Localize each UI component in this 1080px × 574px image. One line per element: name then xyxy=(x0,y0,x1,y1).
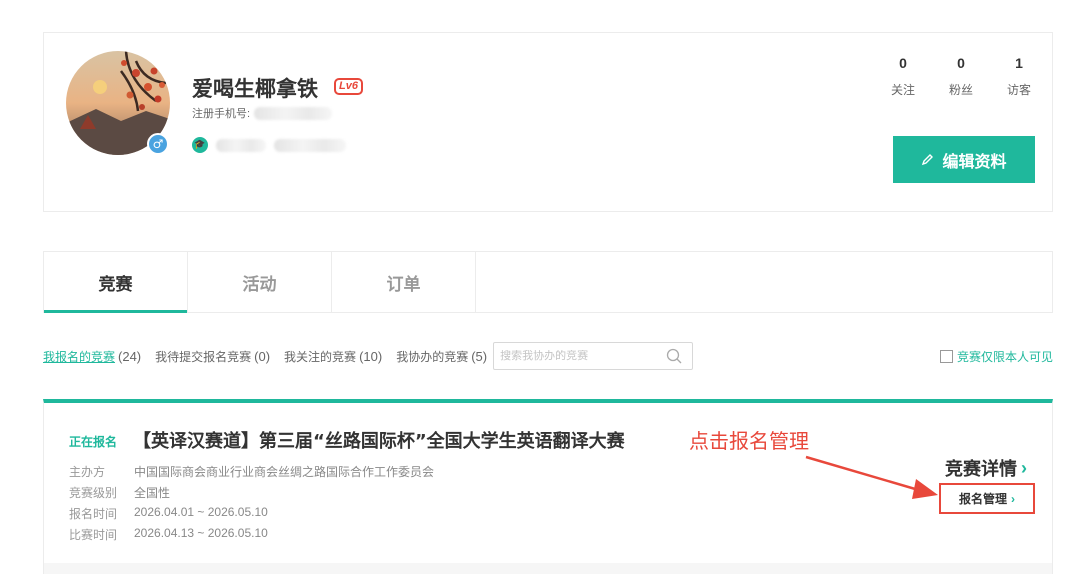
search-box xyxy=(493,342,694,370)
visibility-toggle[interactable]: 竞赛仅限本人可见 xyxy=(939,348,1053,365)
annotation-arrow-icon xyxy=(805,455,938,499)
edit-profile-label: 编辑资料 xyxy=(942,153,1007,171)
filter-co-organized[interactable]: 我协办的竞赛 (5) xyxy=(396,348,487,365)
filter-count: (24) xyxy=(118,348,142,364)
status-badge: 正在报名 xyxy=(69,435,118,449)
info-value: 中国国际商会商业行业商会丝绸之路国际合作工作委员会 xyxy=(134,465,435,479)
stat-value: 1 xyxy=(1015,55,1023,71)
tab-orders[interactable]: 订单 xyxy=(332,252,476,312)
stat-label: 关注 xyxy=(890,83,915,97)
info-label: 主办方 xyxy=(69,465,106,479)
info-organizer: 主办方 中国国际商会商业行业商会丝绸之路国际合作工作委员会 xyxy=(69,463,434,480)
pencil-icon xyxy=(922,154,934,166)
info-label: 竞赛级别 xyxy=(69,486,118,500)
tab-activity[interactable]: 活动 xyxy=(188,252,332,312)
major-redacted xyxy=(274,138,346,152)
info-value: 2026.04.13 ~ 2026.05.10 xyxy=(134,526,268,540)
chevron-right-icon: › xyxy=(1021,457,1027,478)
profile-stats: 0 关注 0 粉丝 1 访客 xyxy=(888,55,1034,98)
filter-pending-submission[interactable]: 我待提交报名竞赛 (0) xyxy=(155,348,270,365)
visibility-checkbox[interactable] xyxy=(939,350,953,363)
school-redacted xyxy=(216,138,266,152)
info-match-time: 比赛时间 2026.04.13 ~ 2026.05.10 xyxy=(69,526,268,543)
filter-row: 我报名的竞赛 (24) 我待提交报名竞赛 (0) 我关注的竞赛 (10) 我协办的竞赛… xyxy=(43,342,1053,370)
manage-link-label: 报名管理 xyxy=(958,492,1007,506)
filter-label: 我协办的竞赛 xyxy=(396,349,469,364)
filter-label: 我报名的竞赛 xyxy=(43,349,116,364)
registration-manage-link[interactable]: 报名管理 › xyxy=(959,490,1015,507)
filter-registered[interactable]: 我报名的竞赛 (24) xyxy=(43,348,141,365)
competition-title[interactable]: 【英译汉赛道】第三届“丝路国际杯”全国大学生英语翻译大赛 xyxy=(133,427,625,453)
phone-number-redacted xyxy=(254,106,333,120)
level-badge: Lv6 xyxy=(334,78,363,95)
search-icon[interactable] xyxy=(666,348,682,364)
annotation-text: 点击报名管理 xyxy=(689,431,809,453)
filter-followed[interactable]: 我关注的竞赛 (10) xyxy=(284,348,382,365)
info-label: 报名时间 xyxy=(69,507,118,521)
edit-profile-button[interactable]: 编辑资料 xyxy=(893,136,1035,183)
chevron-right-icon: › xyxy=(1011,491,1015,506)
card-footer-strip xyxy=(44,563,1052,574)
phone-label: 注册手机号: xyxy=(192,108,251,120)
username: 爱喝生椰拿铁 xyxy=(192,77,318,101)
visibility-label: 竞赛仅限本人可见 xyxy=(956,350,1053,364)
filter-count: (5) xyxy=(471,348,488,364)
tab-bar: 竞赛 活动 订单 xyxy=(43,251,1053,313)
stat-label: 访客 xyxy=(1006,83,1031,97)
phone-row: 注册手机号: xyxy=(192,105,333,121)
stat-following[interactable]: 0 关注 xyxy=(888,55,918,98)
gender-male-icon: ♂ xyxy=(147,133,169,155)
info-level: 竞赛级别 全国性 xyxy=(69,484,170,501)
info-label: 比赛时间 xyxy=(69,528,118,542)
info-value: 全国性 xyxy=(134,486,171,500)
stat-value: 0 xyxy=(957,55,965,71)
stat-followers[interactable]: 0 粉丝 xyxy=(946,55,976,98)
competition-detail-link[interactable]: 竞赛详情 › xyxy=(945,455,1027,481)
detail-link-label: 竞赛详情 xyxy=(945,459,1017,479)
filter-label: 我待提交报名竞赛 xyxy=(155,349,252,364)
graduation-cap-icon: 🎓 xyxy=(192,137,208,153)
profile-card: ♂ 爱喝生椰拿铁 Lv6 注册手机号: 🎓 0 关注 0 粉丝 1 访客 编辑资… xyxy=(43,32,1053,212)
search-input[interactable] xyxy=(500,350,661,362)
competition-card: 正在报名 【英译汉赛道】第三届“丝路国际杯”全国大学生英语翻译大赛 点击报名管理… xyxy=(43,399,1053,574)
school-row: 🎓 xyxy=(192,137,346,153)
filter-count: (10) xyxy=(359,348,383,364)
stat-label: 粉丝 xyxy=(948,83,973,97)
info-value: 2026.04.01 ~ 2026.05.10 xyxy=(134,505,268,519)
filter-count: (0) xyxy=(254,348,271,364)
tab-competition[interactable]: 竞赛 xyxy=(44,252,188,313)
registration-manage-highlight: 报名管理 › xyxy=(939,483,1035,514)
stat-visitors[interactable]: 1 访客 xyxy=(1004,55,1034,98)
stat-value: 0 xyxy=(899,55,907,71)
info-signup-time: 报名时间 2026.04.01 ~ 2026.05.10 xyxy=(69,505,268,522)
filter-label: 我关注的竞赛 xyxy=(284,349,357,364)
